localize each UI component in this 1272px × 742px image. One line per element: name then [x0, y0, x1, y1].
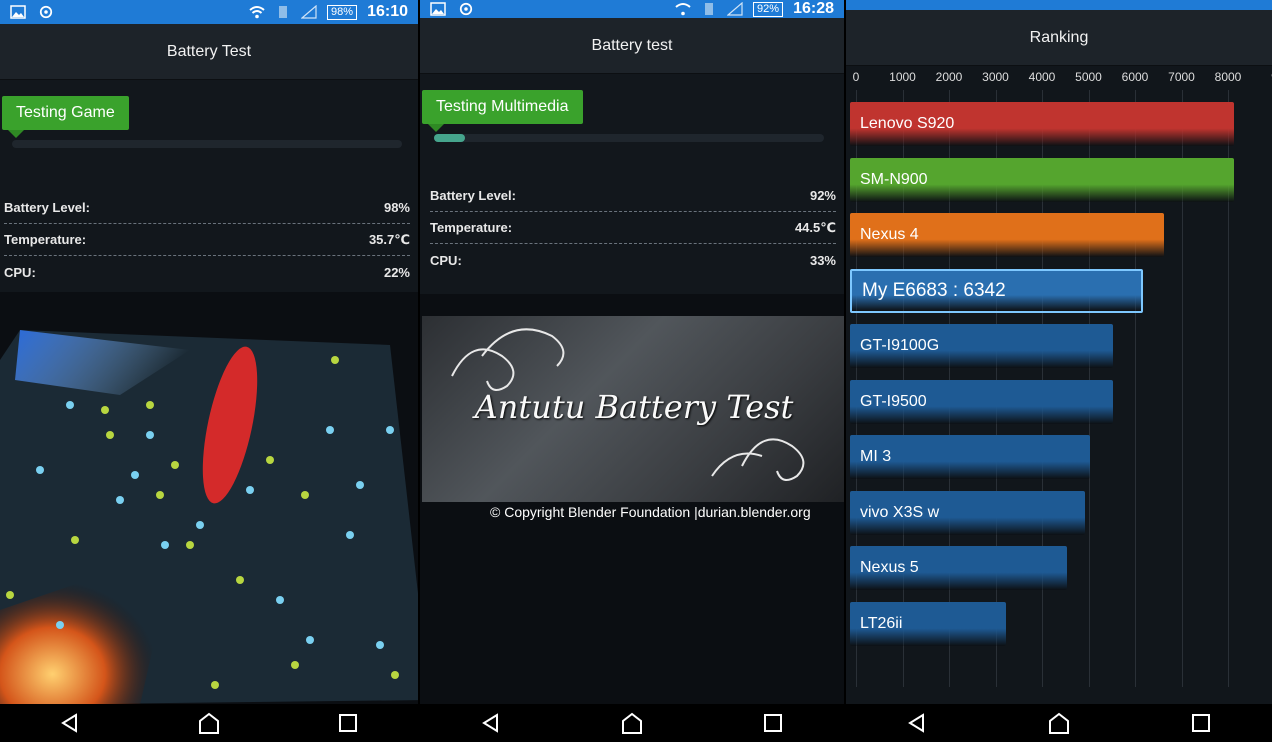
- recents-button[interactable]: [758, 708, 788, 738]
- axis-tick-label: 4000: [1028, 70, 1056, 84]
- sim-icon: [279, 6, 288, 18]
- test-status-tag: Testing Multimedia: [422, 90, 583, 132]
- battery-multimedia-panel: 92% 16:28 Battery test Testing Multimedi…: [420, 0, 844, 742]
- stats-list: Battery Level: 92% Temperature: 44.5℃ CPU:…: [430, 180, 836, 276]
- stat-temperature: Temperature: 35.7℃: [4, 224, 410, 256]
- axis-tick-label: 2000: [935, 70, 963, 84]
- ranking-bar: GT-I9500: [850, 379, 1114, 424]
- axis-tick-label: 3000: [982, 70, 1009, 84]
- axis-tick-label: 7000: [1168, 70, 1195, 84]
- recents-button[interactable]: [333, 708, 363, 738]
- recents-icon: [1192, 714, 1210, 732]
- page-title: Battery Test: [0, 24, 418, 80]
- test-progress-bar: [12, 140, 402, 148]
- page-title: Battery test: [420, 18, 844, 74]
- navigation-bar: [846, 704, 1272, 742]
- status-bar: 98% 16:10: [0, 0, 418, 24]
- axis-tick-label: 1000: [889, 70, 916, 84]
- test-status-tag: Testing Game: [2, 96, 129, 138]
- image-icon: [430, 2, 446, 16]
- settings-icon: [459, 2, 473, 16]
- battery-percent: 98%: [327, 4, 358, 20]
- test-info: Testing Multimedia Battery Level: 92% Tem…: [420, 74, 844, 294]
- back-button[interactable]: [902, 708, 932, 738]
- back-icon: [481, 713, 498, 733]
- ranking-bar: vivo X3S w: [850, 490, 1086, 535]
- recents-icon: [339, 714, 358, 732]
- battery-game-panel: 98% 16:10 Battery Test Testing Game Batt…: [0, 0, 418, 742]
- stat-battery-level: Battery Level: 92%: [430, 180, 836, 212]
- test-info: Testing Game Battery Level: 98% Temperatu…: [0, 80, 418, 292]
- ranking-bar: Nexus 4: [850, 213, 1165, 257]
- ranking-bar: Nexus 5: [850, 546, 1067, 590]
- video-title: Antutu Battery Test: [474, 388, 794, 426]
- back-button[interactable]: [476, 708, 506, 738]
- battery-percent: 92%: [753, 1, 784, 17]
- ranking-bar: Lenovo S920: [850, 102, 1234, 146]
- home-button[interactable]: [1044, 708, 1074, 738]
- stat-cpu: CPU: 33%: [430, 252, 836, 268]
- status-bar: 92% 16:28: [420, 0, 844, 18]
- home-icon: [621, 712, 642, 734]
- ranking-axis: 0100020003000400050006000700080009: [846, 70, 1272, 94]
- test-progress-bar: [434, 134, 824, 142]
- wifi-icon: [675, 3, 691, 16]
- home-button[interactable]: [194, 708, 224, 738]
- wifi-icon: [249, 6, 265, 19]
- axis-tick-label: 6000: [1121, 70, 1149, 84]
- signal-icon: [301, 5, 317, 19]
- back-icon: [60, 713, 77, 733]
- back-button[interactable]: [55, 708, 85, 738]
- clock: 16:10: [367, 3, 408, 20]
- home-icon: [1049, 712, 1069, 734]
- progress-fill: [434, 134, 466, 142]
- stats-list: Battery Level: 98% Temperature: 35.7℃ CPU:…: [4, 192, 410, 288]
- settings-icon: [39, 5, 53, 19]
- home-button[interactable]: [617, 708, 647, 738]
- navigation-bar: [0, 704, 418, 742]
- axis-tick-label: 0: [852, 70, 860, 84]
- signal-icon: [727, 2, 743, 16]
- clock: 16:28: [793, 0, 834, 17]
- ranking-panel: Ranking 0 1000 2000 3000 4000 5000 6000 7000 800…: [846, 0, 1272, 742]
- image-icon: [10, 5, 26, 19]
- navigation-bar: [420, 704, 844, 742]
- ranking-bar: SM-N900: [850, 157, 1234, 202]
- ranking-bar: GT-I9100G: [850, 324, 1114, 368]
- game-render-view: [0, 330, 418, 705]
- recents-icon: [764, 714, 783, 732]
- recents-button[interactable]: [1186, 708, 1216, 738]
- ranking-bar-current-device: My E6683 : 6342: [850, 268, 1143, 313]
- page-title: Ranking: [846, 10, 1272, 66]
- axis-tick-label: 8000: [1214, 70, 1242, 84]
- axis-tick-label: 5000: [1075, 70, 1102, 84]
- stat-cpu: CPU: 22%: [4, 264, 410, 280]
- stat-battery-level: Battery Level: 98%: [4, 192, 410, 224]
- back-icon: [908, 713, 924, 733]
- stat-temperature: Temperature: 44.5℃: [430, 212, 836, 244]
- status-bar: [846, 0, 1272, 10]
- ranking-bar: MI 3: [850, 435, 1090, 479]
- video-player: Antutu Battery Test: [422, 316, 844, 502]
- sim-icon: [705, 3, 714, 15]
- copyright-text: © Copyright Blender Foundation |durian.b…: [490, 504, 811, 520]
- home-icon: [198, 712, 219, 734]
- ranking-bar: LT26ii: [850, 601, 1007, 646]
